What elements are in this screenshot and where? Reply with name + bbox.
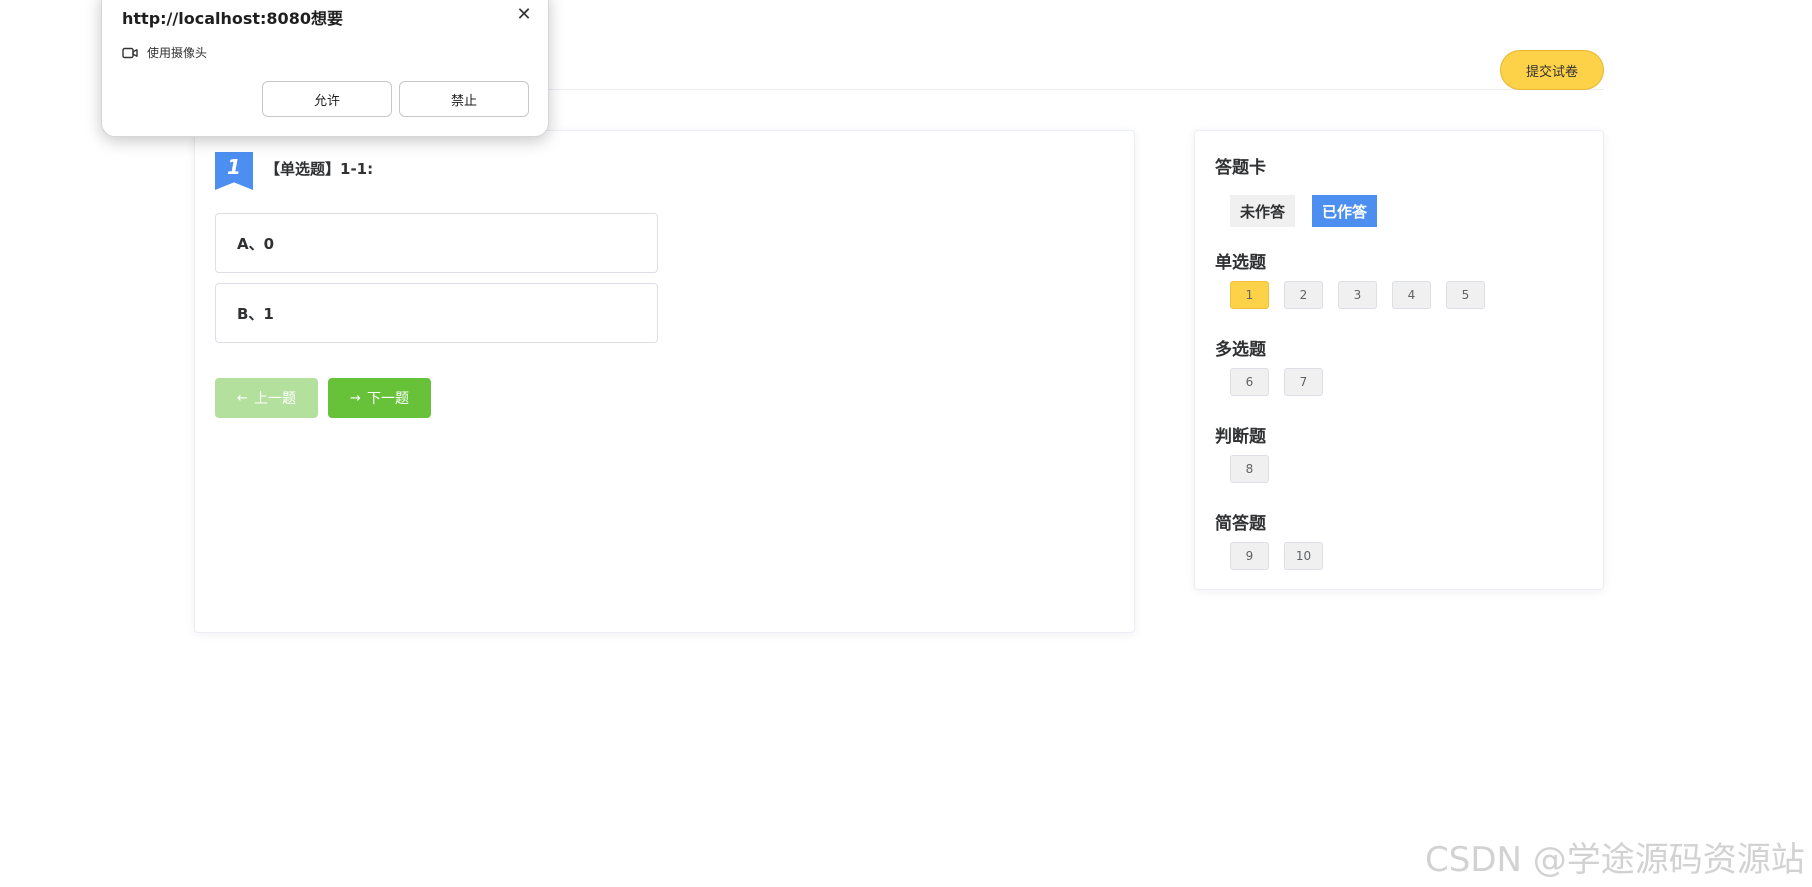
block-button[interactable]: 禁止 bbox=[399, 81, 529, 117]
question-number-badge: 1 bbox=[215, 152, 253, 190]
legend-unanswered: 未作答 bbox=[1230, 195, 1296, 227]
answer-card-title: 答题卡 bbox=[1215, 158, 1266, 178]
question-number-button[interactable]: 8 bbox=[1230, 455, 1269, 483]
question-title: 【单选题】1-1: bbox=[265, 160, 374, 178]
true-false-numbers: 8 bbox=[1230, 455, 1269, 483]
close-icon[interactable]: ✕ bbox=[513, 3, 535, 25]
option-b-label: B、1 bbox=[237, 304, 274, 323]
short-answer-numbers: 9 10 bbox=[1230, 542, 1323, 570]
single-choice-numbers: 1 2 3 4 5 bbox=[1230, 281, 1485, 309]
prev-question-label: 上一题 bbox=[253, 391, 296, 407]
question-number-button[interactable]: 2 bbox=[1284, 281, 1323, 309]
option-a[interactable]: A、0 bbox=[215, 213, 658, 273]
arrow-left-icon: ← bbox=[237, 390, 248, 406]
multiple-choice-numbers: 6 7 bbox=[1230, 368, 1323, 396]
next-question-label: 下一题 bbox=[366, 391, 409, 407]
question-number-button[interactable]: 4 bbox=[1392, 281, 1431, 309]
section-title-short-answer: 简答题 bbox=[1215, 514, 1266, 534]
arrow-right-icon: → bbox=[350, 390, 361, 406]
legend-answered: 已作答 bbox=[1312, 195, 1378, 227]
exam-page: 提交试卷 1 【单选题】1-1: A、0 B、1 ← 上一题 → 下一题 答题卡… bbox=[0, 0, 1812, 887]
watermark-text: CSDN @学途源码资源站 bbox=[1425, 840, 1805, 880]
permission-request-row: 使用摄像头 bbox=[122, 44, 207, 61]
section-title-single-choice: 单选题 bbox=[1215, 253, 1266, 273]
next-question-button[interactable]: → 下一题 bbox=[328, 378, 431, 418]
question-card: 1 【单选题】1-1: A、0 B、1 ← 上一题 → 下一题 bbox=[194, 130, 1135, 633]
permission-title: http://localhost:8080想要 bbox=[122, 9, 343, 28]
question-number-button[interactable]: 9 bbox=[1230, 542, 1269, 570]
question-number-button[interactable]: 1 bbox=[1230, 281, 1269, 309]
question-number-button[interactable]: 5 bbox=[1446, 281, 1485, 309]
question-number-button[interactable]: 10 bbox=[1284, 542, 1323, 570]
question-number-button[interactable]: 7 bbox=[1284, 368, 1323, 396]
prev-question-button[interactable]: ← 上一题 bbox=[215, 378, 318, 418]
option-b[interactable]: B、1 bbox=[215, 283, 658, 343]
submit-exam-button[interactable]: 提交试卷 bbox=[1500, 50, 1604, 90]
answer-card: 答题卡 未作答 已作答 单选题 1 2 3 4 5 多选题 6 7 判断题 8 … bbox=[1194, 130, 1604, 590]
camera-permission-popup: http://localhost:8080想要 ✕ 使用摄像头 允许 禁止 bbox=[101, 0, 549, 137]
option-a-label: A、0 bbox=[237, 234, 275, 253]
section-title-true-false: 判断题 bbox=[1215, 427, 1266, 447]
permission-request-text: 使用摄像头 bbox=[147, 46, 208, 60]
question-number-button[interactable]: 3 bbox=[1338, 281, 1377, 309]
question-number-button[interactable]: 6 bbox=[1230, 368, 1269, 396]
section-title-multiple-choice: 多选题 bbox=[1215, 340, 1266, 360]
camera-icon bbox=[122, 47, 138, 58]
allow-button[interactable]: 允许 bbox=[262, 81, 392, 117]
